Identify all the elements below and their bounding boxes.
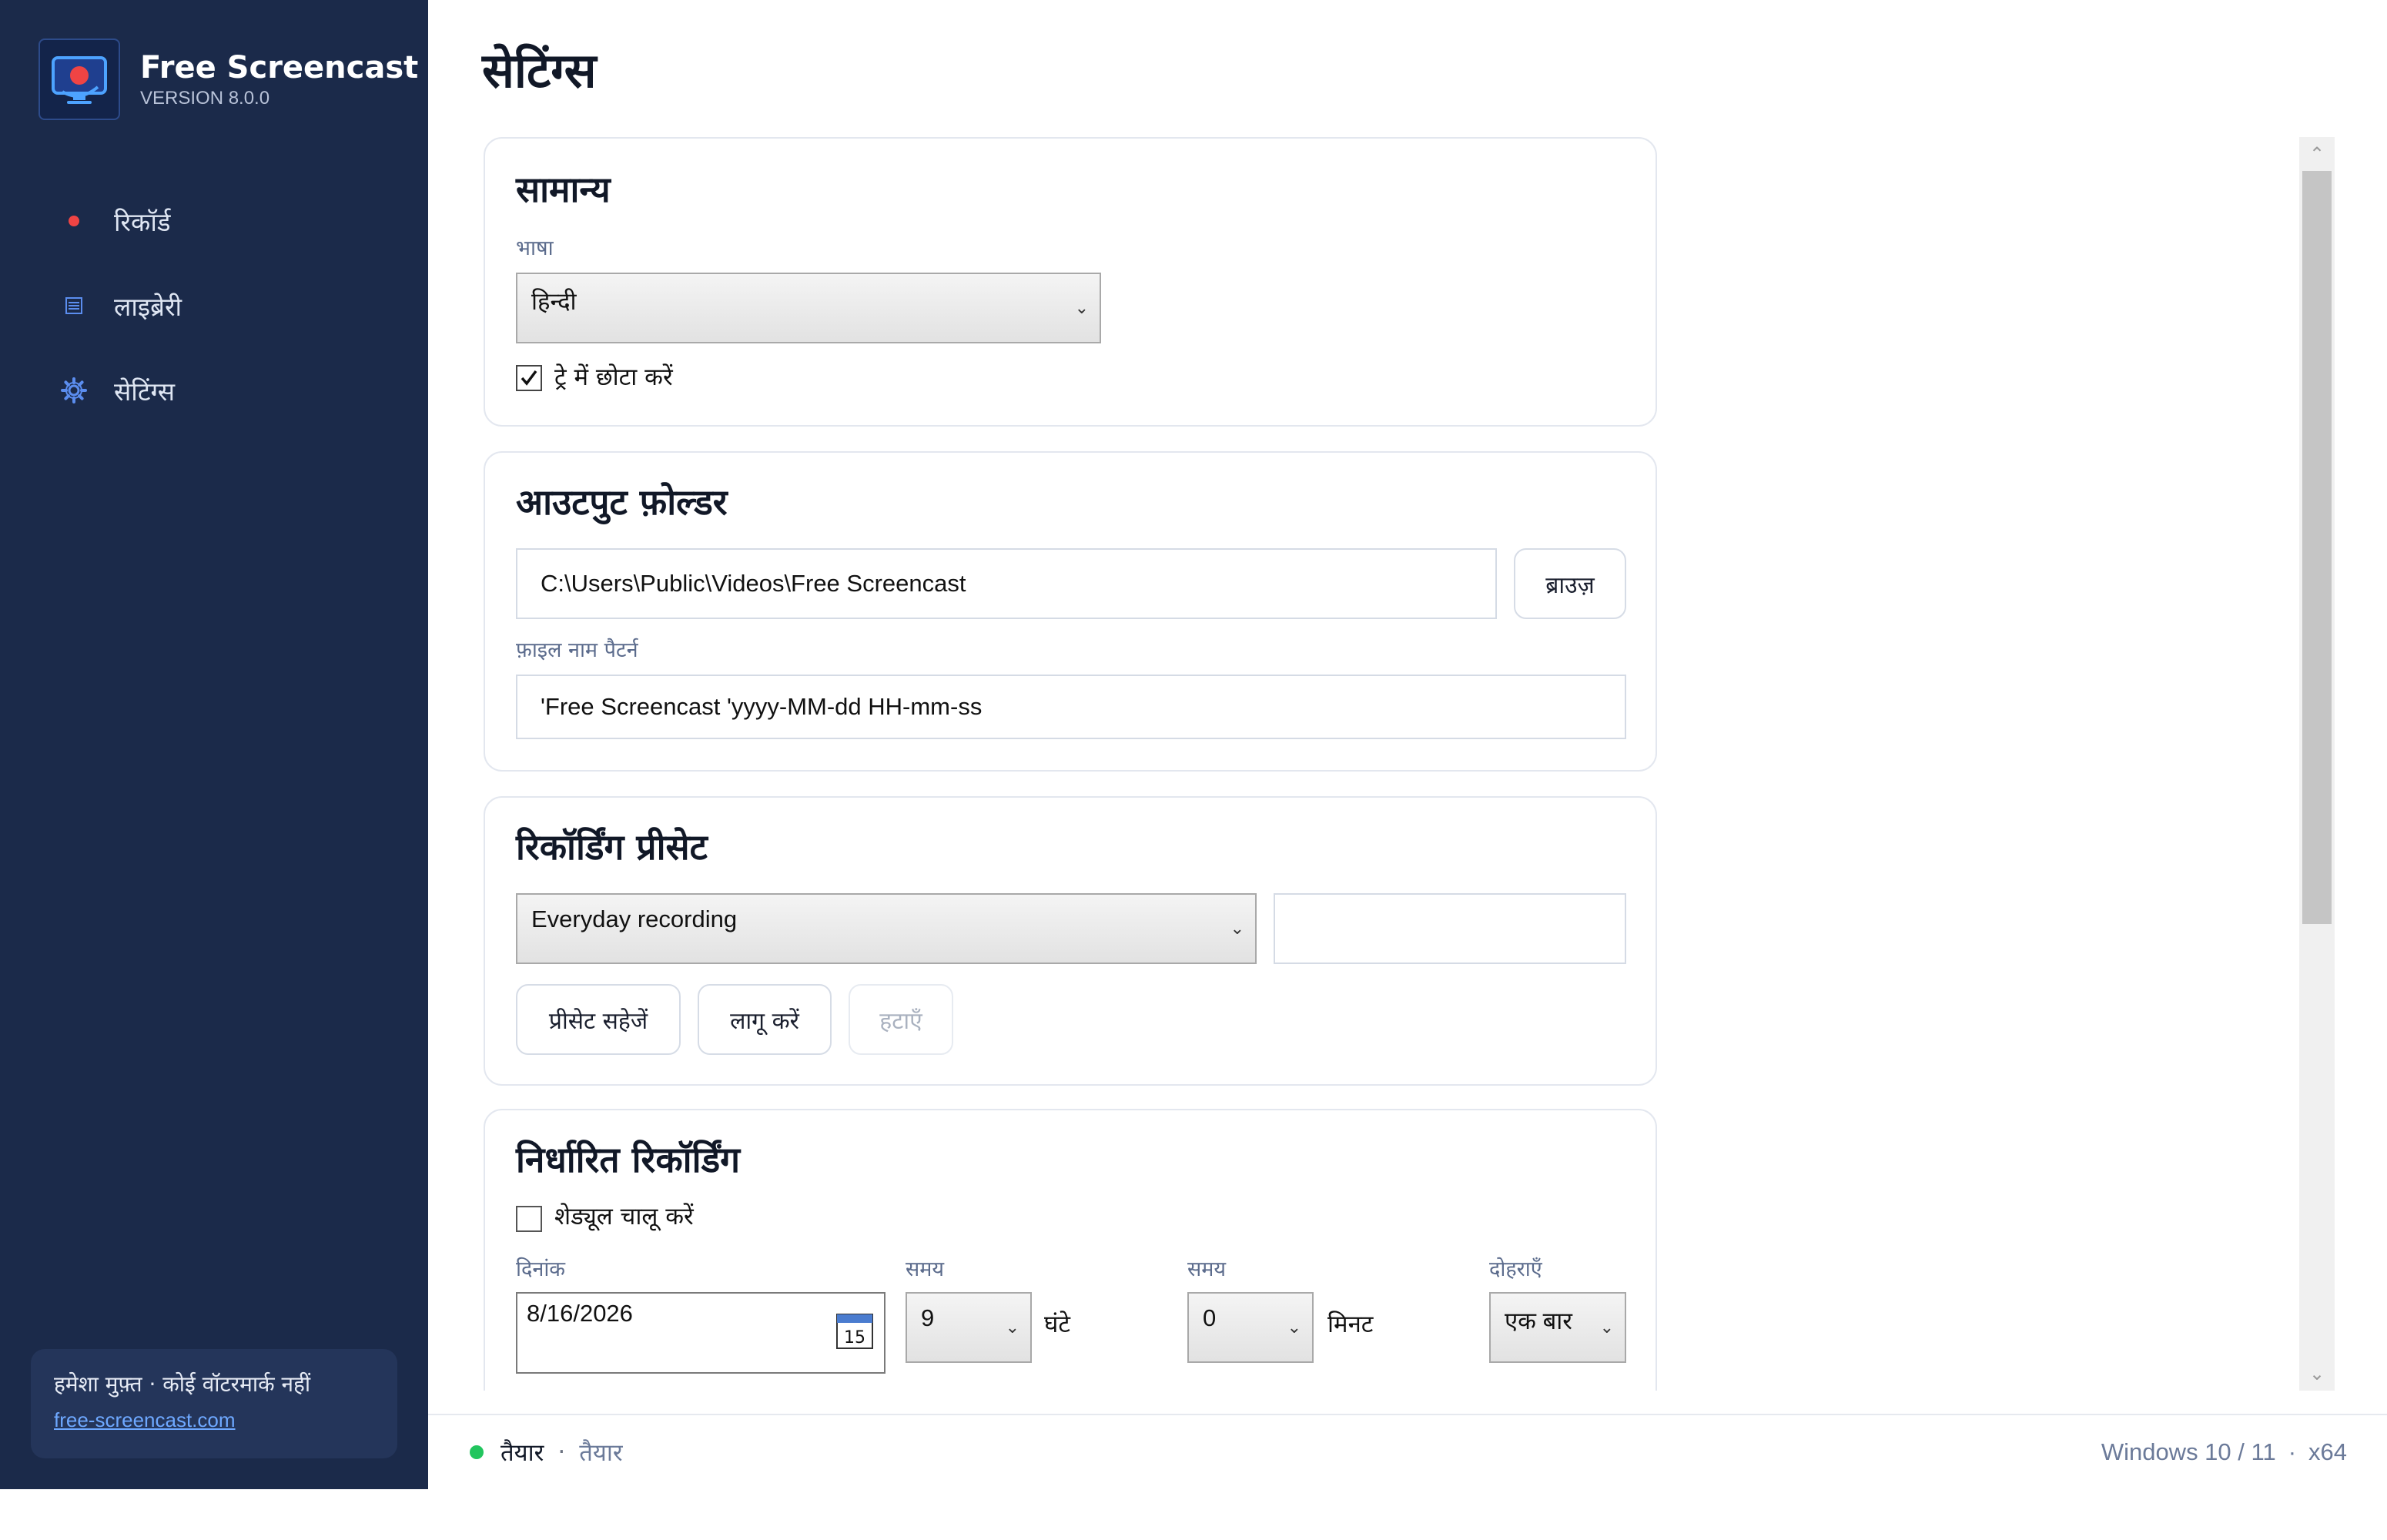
general-title: सामान्य <box>516 169 611 210</box>
chevron-down-icon: ⌄ <box>1074 298 1089 317</box>
status-left: तैयार · तैयार <box>470 1415 623 1489</box>
hour-select[interactable]: 9 ⌄ <box>906 1292 1032 1363</box>
chevron-down-icon: ⌄ <box>1005 1317 1019 1337</box>
filename-pattern-input[interactable]: 'Free Screencast 'yyyy-MM-dd HH-mm-ss <box>516 675 1626 739</box>
calendar-day: 15 <box>844 1328 865 1348</box>
settings-scroll-area: सामान्य भाषा हिन्दी ⌄ ट्रे में छोटा करें… <box>482 137 2299 1391</box>
preset-select[interactable]: Everyday recording ⌄ <box>516 893 1257 964</box>
promo-card: हमेशा मुफ़्त · कोई वॉटरमार्क नहीं free-s… <box>31 1349 397 1458</box>
output-folder-input[interactable]: C:\Users\Public\Videos\Free Screencast <box>516 548 1497 619</box>
status-indicator-icon <box>470 1445 484 1459</box>
status-sub-text: तैयार <box>579 1439 623 1467</box>
os-info: Windows 10 / 11 <box>2101 1438 2276 1465</box>
status-separator: · <box>2288 1438 2297 1465</box>
delete-preset-button[interactable]: हटाएँ <box>849 984 953 1055</box>
date-picker[interactable]: 8/16/2026 15 <box>516 1292 886 1374</box>
library-list-icon <box>59 297 89 314</box>
chevron-down-icon: ⌄ <box>1230 919 1244 938</box>
filename-pattern-label: फ़ाइल नाम पैटर्न <box>516 638 638 662</box>
minute-select[interactable]: 0 ⌄ <box>1187 1292 1314 1363</box>
schedule-enable-checkbox[interactable] <box>516 1206 542 1232</box>
website-link[interactable]: free-screencast.com <box>54 1404 236 1435</box>
promo-text: हमेशा मुफ़्त · कोई वॉटरमार्क नहीं <box>54 1371 311 1397</box>
save-preset-button[interactable]: प्रीसेट सहेजें <box>516 984 681 1055</box>
calendar-icon[interactable]: 15 <box>836 1314 873 1355</box>
schedule-enable-label: शेड्यूल चालू करें <box>554 1203 694 1230</box>
sidebar-item-record[interactable]: रिकॉर्ड <box>0 179 428 263</box>
app-version: VERSION 8.0.0 <box>140 88 270 109</box>
sidebar-item-label: रिकॉर्ड <box>114 206 171 237</box>
preset-name-input[interactable] <box>1274 893 1626 964</box>
hour-unit: घंटे <box>1044 1311 1070 1338</box>
schedule-card: निर्धारित रिकॉर्डिंग शेड्यूल चालू करें द… <box>484 1109 1657 1391</box>
sidebar-item-settings[interactable]: सेटिंग्स <box>0 348 428 433</box>
sidebar-item-library[interactable]: लाइब्रेरी <box>0 263 428 348</box>
page-title: सेटिंग्स <box>482 42 597 99</box>
chevron-down-icon: ⌄ <box>1287 1317 1301 1337</box>
schedule-title: निर्धारित रिकॉर्डिंग <box>516 1139 741 1180</box>
scroll-down-icon[interactable]: ⌄ <box>2299 1358 2335 1389</box>
browse-button[interactable]: ब्राउज़ <box>1514 548 1626 619</box>
output-title: आउटपुट फ़ोल्डर <box>516 481 728 523</box>
minute-label: समय <box>1187 1257 1227 1281</box>
sidebar: Free Screencast VERSION 8.0.0 रिकॉर्ड ला… <box>0 0 428 1489</box>
brand: Free Screencast VERSION 8.0.0 <box>38 38 418 120</box>
repeat-select[interactable]: एक बार ⌄ <box>1489 1292 1626 1363</box>
sidebar-nav: रिकॉर्ड लाइब्रेरी सेटिंग्स <box>0 179 428 433</box>
status-main-text: तैयार <box>500 1439 544 1467</box>
tray-label: ट्रे में छोटा करें <box>554 363 673 391</box>
sidebar-item-label: लाइब्रेरी <box>114 291 182 322</box>
hour-value: 9 <box>921 1304 935 1331</box>
hour-label: समय <box>906 1257 945 1281</box>
minute-unit: मिनट <box>1327 1311 1374 1338</box>
chevron-down-icon: ⌄ <box>1599 1317 1614 1337</box>
repeat-label: दोहराएँ <box>1489 1257 1542 1281</box>
status-bar: तैयार · तैयार Windows 10 / 11 · x64 <box>428 1414 2387 1489</box>
scrollbar-thumb[interactable] <box>2302 171 2332 924</box>
status-right: Windows 10 / 11 · x64 <box>2101 1415 2347 1489</box>
preset-title: रिकॉर्डिंग प्रीसेट <box>516 826 708 868</box>
vertical-scrollbar[interactable]: ⌃ ⌄ <box>2299 137 2335 1391</box>
sidebar-item-label: सेटिंग्स <box>114 376 176 407</box>
gear-icon <box>59 377 89 403</box>
status-separator: · <box>557 1438 566 1466</box>
output-card: आउटपुट फ़ोल्डर C:\Users\Public\Videos\Fr… <box>484 451 1657 772</box>
language-value: हिन्दी <box>531 288 577 315</box>
arch-info: x64 <box>2308 1438 2347 1465</box>
tray-checkbox[interactable] <box>516 365 542 391</box>
minute-value: 0 <box>1203 1304 1217 1331</box>
general-card: सामान्य भाषा हिन्दी ⌄ ट्रे में छोटा करें <box>484 137 1657 427</box>
preset-value: Everyday recording <box>531 906 738 932</box>
date-label: दिनांक <box>516 1257 566 1281</box>
repeat-value: एक बार <box>1505 1307 1572 1334</box>
app-name: Free Screencast <box>140 50 419 85</box>
language-select[interactable]: हिन्दी ⌄ <box>516 273 1101 343</box>
date-value: 8/16/2026 <box>527 1300 633 1327</box>
preset-card: रिकॉर्डिंग प्रीसेट Everyday recording ⌄ … <box>484 796 1657 1086</box>
scroll-up-icon[interactable]: ⌃ <box>2299 139 2335 169</box>
record-dot-icon <box>59 215 89 227</box>
language-label: भाषा <box>516 236 554 260</box>
app-logo-icon <box>38 38 120 120</box>
apply-preset-button[interactable]: लागू करें <box>698 984 832 1055</box>
